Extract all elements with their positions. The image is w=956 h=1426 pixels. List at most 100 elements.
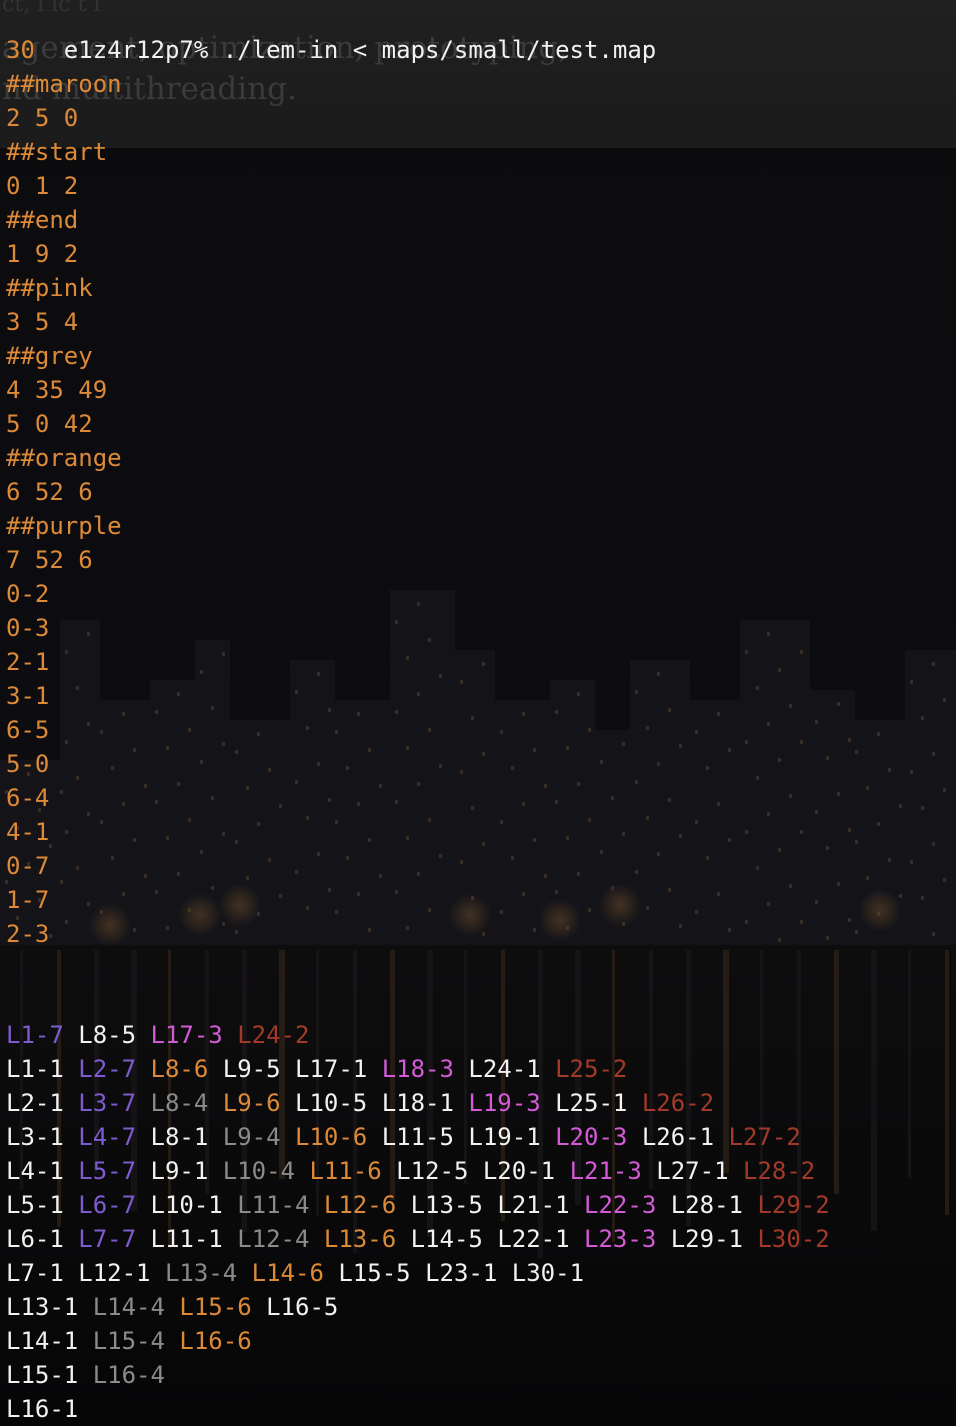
map-line: 0-7 [6,849,49,883]
ant-move-token: L16-4 [92,1361,165,1389]
ant-move-token: L30-2 [757,1225,830,1253]
map-line-text: 5 0 42 [6,410,93,438]
ant-move-token: L12-4 [237,1225,310,1253]
ant-move-token: L16-5 [266,1293,339,1321]
map-line-text: 30 [6,36,35,64]
move-line: L2-1 L3-7 L8-4 L9-6 L10-5 L18-1 L19-3 L2… [6,1086,714,1120]
map-line: 5-0 [6,747,49,781]
ant-move-token: L13-4 [164,1259,238,1287]
ant-move-token: L10-6 [295,1123,368,1151]
ant-move-token: L15-5 [338,1259,411,1287]
map-line: ##orange [6,441,122,475]
ant-move-token: L2-7 [78,1055,137,1083]
move-line: L1-7 L8-5 L17-3 L24-2 [6,1018,309,1052]
map-line: 0-2 [6,577,49,611]
terminal-output[interactable]: e1z4r12p7% ./lem-in < maps/small/test.ma… [0,0,956,1426]
ant-move-token: L1-1 [6,1055,64,1083]
ant-move-token: L11-5 [381,1123,454,1151]
ant-move-token: L12-5 [396,1157,469,1185]
map-line: 3 5 4 [6,305,78,339]
move-line: L3-1 L4-7 L8-1 L9-4 L10-6 L11-5 L19-1 L2… [6,1120,801,1154]
ant-move-token: L8-6 [150,1055,209,1083]
ant-move-token: L14-4 [92,1293,165,1321]
ant-move-token: L12-1 [78,1259,151,1287]
ant-move-token: L27-1 [656,1157,729,1185]
ant-move-token: L21-1 [497,1191,570,1219]
map-line: 3-1 [6,679,49,713]
ant-move-token: L4-7 [78,1123,137,1151]
ant-move-token: L23-3 [584,1225,657,1253]
map-line-text: ##orange [6,444,122,472]
ant-move-token: L30-1 [511,1259,585,1287]
map-line-text: 6-5 [6,716,50,744]
ant-move-token: L15-1 [6,1361,79,1389]
ant-move-token: L20-3 [555,1123,628,1151]
ant-move-token: L7-7 [78,1225,137,1253]
map-line: ##pink [6,271,93,305]
ant-move-token: L12-6 [323,1191,397,1219]
ant-move-token: L25-1 [555,1089,628,1117]
move-line: L1-1 L2-7 L8-6 L9-5 L17-1 L18-3 L24-1 L2… [6,1052,627,1086]
map-line: 2 5 0 [6,101,78,135]
move-line: L16-1 [6,1392,78,1426]
ant-move-token: L13-1 [6,1293,79,1321]
map-line: 4 35 49 [6,373,107,407]
move-line: L7-1 L12-1 L13-4 L14-6 L15-5 L23-1 L30-1 [6,1256,584,1290]
ant-move-token: L10-5 [295,1089,368,1117]
map-line-text: 1-7 [6,886,50,914]
map-line-text: ##pink [6,274,93,302]
ant-move-token: L19-3 [468,1089,541,1117]
map-line-text: 0-3 [6,614,50,642]
ant-move-token: L8-5 [78,1021,137,1049]
map-line: 5 0 42 [6,407,93,441]
command-prompt-line: e1z4r12p7% ./lem-in < maps/small/test.ma… [6,0,656,64]
ant-move-token: L22-3 [584,1191,657,1219]
map-line: 1-7 [6,883,49,917]
ant-move-token: L22-1 [497,1225,570,1253]
ant-move-token: L24-1 [468,1055,541,1083]
ant-move-token: L25-2 [555,1055,628,1083]
ant-move-token: L3-7 [78,1089,137,1117]
ant-move-token: L21-3 [569,1157,642,1185]
ant-move-token: L15-4 [92,1327,165,1355]
ant-move-token: L13-5 [410,1191,483,1219]
map-line: 2-1 [6,645,49,679]
ant-move-token: L14-1 [6,1327,79,1355]
map-line: ##purple [6,509,122,543]
map-line-text: 4 35 49 [6,376,108,404]
ant-move-token: L20-1 [482,1157,556,1185]
ant-move-token: L15-6 [179,1293,252,1321]
ant-move-token: L5-7 [78,1157,137,1185]
ant-move-token: L11-4 [237,1191,310,1219]
ant-move-token: L9-5 [222,1055,281,1083]
map-line: ##grey [6,339,93,373]
ant-move-token: L18-3 [381,1055,454,1083]
ant-move-token: L28-1 [670,1191,743,1219]
ant-move-token: L13-6 [323,1225,397,1253]
map-line: 6 52 6 [6,475,93,509]
map-line-text: ##maroon [6,70,122,98]
move-line: L15-1 L16-4 [6,1358,165,1392]
ant-move-token: L28-2 [742,1157,816,1185]
ant-move-token: L9-4 [222,1123,281,1151]
map-line-text: 6-4 [6,784,50,812]
ant-move-token: L29-1 [670,1225,743,1253]
map-line-text: 4-1 [6,818,50,846]
ant-move-token: L11-1 [150,1225,223,1253]
move-line: L13-1 L14-4 L15-6 L16-5 [6,1290,338,1324]
map-line: 6-5 [6,713,49,747]
ant-move-token: L7-1 [6,1259,64,1287]
move-line: L14-1 L15-4 L16-6 [6,1324,252,1358]
map-line: 0 1 2 [6,169,78,203]
ant-move-token: L5-1 [6,1191,64,1219]
map-line: 6-4 [6,781,49,815]
map-line: 2-3 [6,917,49,951]
map-line: 0-3 [6,611,49,645]
map-line: ##start [6,135,107,169]
ant-move-token: L6-7 [78,1191,137,1219]
ant-move-token: L29-2 [757,1191,830,1219]
ant-move-token: L26-2 [641,1089,715,1117]
map-line-text: 0 1 2 [6,172,79,200]
map-line-text: 5-0 [6,750,50,778]
map-line: ##maroon [6,67,122,101]
